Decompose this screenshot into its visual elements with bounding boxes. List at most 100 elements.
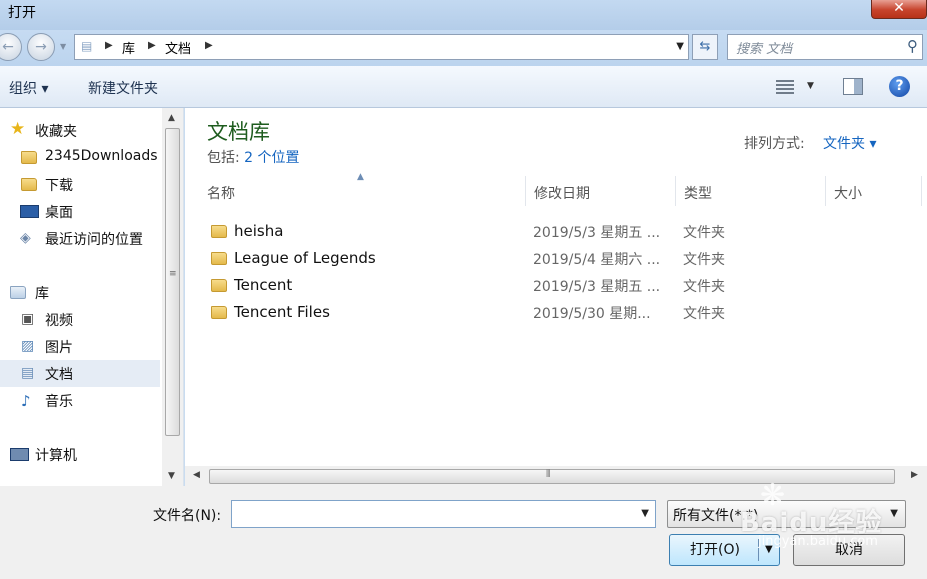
refresh-button[interactable]: ⇆ bbox=[692, 34, 718, 60]
file-name: heisha bbox=[234, 222, 284, 240]
breadcrumb-arrow-icon[interactable]: ▶ bbox=[148, 40, 156, 51]
address-dropdown-icon[interactable]: ▼ bbox=[676, 41, 684, 52]
library-locations-link[interactable]: 2 个位置 bbox=[244, 150, 299, 166]
computer-icon bbox=[10, 448, 29, 461]
recent-places-icon: ◈ bbox=[20, 230, 31, 246]
arrange-by-label: 排列方式: bbox=[744, 136, 805, 152]
navigation-bar: ← → ▼ ▤ ▶ 库 ▶ 文档 ▶ ▼ ⇆ 搜索 文档 ⚲ bbox=[0, 30, 927, 66]
scroll-down-icon[interactable]: ▼ bbox=[168, 471, 175, 481]
new-folder-button[interactable]: 新建文件夹 bbox=[88, 78, 158, 98]
open-options-dropdown-icon[interactable]: ▼ bbox=[765, 535, 773, 565]
file-name: League of Legends bbox=[234, 249, 376, 267]
sidebar-item-label: 2345Downloads bbox=[45, 148, 158, 164]
library-title: 文档库 bbox=[207, 120, 270, 144]
close-button[interactable]: ✕ bbox=[871, 0, 927, 19]
breadcrumb-library[interactable]: 库 bbox=[122, 38, 135, 57]
view-options-icon[interactable] bbox=[776, 80, 794, 94]
open-button-label: 打开(O) bbox=[690, 542, 740, 558]
sidebar-item-label: 最近访问的位置 bbox=[45, 232, 143, 248]
documents-library-icon: ▤ bbox=[21, 365, 35, 381]
folder-icon bbox=[211, 225, 227, 238]
file-row[interactable]: League of Legends 2019/5/4 星期六 ... 文件夹 bbox=[185, 245, 927, 272]
sidebar-item-label: 下载 bbox=[45, 178, 73, 194]
sidebar-item-label: 视频 bbox=[45, 313, 73, 329]
close-icon: ✕ bbox=[893, 0, 905, 16]
sidebar-item-downloads[interactable]: 下载 bbox=[0, 171, 160, 198]
cancel-button[interactable]: 取消 bbox=[793, 534, 905, 566]
scrollbar-thumb[interactable]: ≡ bbox=[165, 128, 180, 436]
scroll-up-icon[interactable]: ▲ bbox=[168, 113, 175, 123]
filename-dropdown-icon[interactable]: ▼ bbox=[641, 508, 649, 519]
sidebar-item-libraries[interactable]: 库 bbox=[0, 279, 160, 306]
window-title: 打开 bbox=[8, 5, 36, 21]
help-icon[interactable]: ? bbox=[889, 76, 910, 97]
breadcrumb-arrow-icon[interactable]: ▶ bbox=[105, 40, 113, 51]
file-type-dropdown-icon[interactable]: ▼ bbox=[890, 508, 898, 519]
file-date: 2019/5/30 星期... bbox=[533, 306, 651, 322]
sidebar-item-label: 图片 bbox=[45, 340, 73, 356]
file-type: 文件夹 bbox=[683, 252, 725, 268]
sidebar-item-desktop[interactable]: 桌面 bbox=[0, 198, 160, 225]
organize-button[interactable]: 组织 ▾ bbox=[9, 78, 48, 98]
breadcrumb-documents[interactable]: 文档 bbox=[165, 38, 191, 57]
folder-icon bbox=[211, 279, 227, 292]
open-button[interactable]: 打开(O) ▼ bbox=[669, 534, 780, 566]
sidebar-item-label: 文档 bbox=[45, 367, 73, 383]
sidebar-item-music[interactable]: ♪ 音乐 bbox=[0, 387, 160, 414]
sidebar-item-computer[interactable]: 计算机 bbox=[0, 441, 160, 468]
file-name: Tencent bbox=[234, 276, 293, 294]
column-header-name[interactable]: 名称 bbox=[199, 176, 526, 206]
sidebar-item-documents[interactable]: ▤ 文档 bbox=[0, 360, 160, 387]
address-bar[interactable]: ▤ ▶ 库 ▶ 文档 ▶ ▼ bbox=[74, 34, 689, 60]
search-icon[interactable]: ⚲ bbox=[907, 37, 918, 55]
sidebar-item-favorites[interactable]: ★ 收藏夹 bbox=[0, 117, 160, 144]
sidebar-item-label: 音乐 bbox=[45, 394, 73, 410]
search-input[interactable]: 搜索 文档 ⚲ bbox=[727, 34, 923, 60]
library-includes-label: 包括: bbox=[207, 150, 245, 166]
file-row[interactable]: Tencent Files 2019/5/30 星期... 文件夹 bbox=[185, 299, 927, 326]
back-button[interactable]: ← bbox=[0, 33, 22, 61]
arrange-by-dropdown[interactable]: 文件夹 ▾ bbox=[823, 133, 876, 153]
folder-icon bbox=[211, 252, 227, 265]
navigation-pane-scrollbar[interactable]: ▲ ≡ ▼ bbox=[162, 108, 183, 486]
breadcrumb-arrow-icon[interactable]: ▶ bbox=[205, 40, 213, 51]
sidebar-item-pictures[interactable]: ▨ 图片 bbox=[0, 333, 160, 360]
file-row[interactable]: Tencent 2019/5/3 星期五 ... 文件夹 bbox=[185, 272, 927, 299]
file-date: 2019/5/3 星期五 ... bbox=[533, 279, 661, 295]
recent-pages-dropdown-icon[interactable]: ▼ bbox=[60, 42, 66, 51]
file-list-horizontal-scrollbar[interactable]: ◀ ⦀ ▶ bbox=[185, 466, 927, 486]
scroll-left-icon[interactable]: ◀ bbox=[193, 470, 200, 480]
file-type-value: 所有文件(*.*) bbox=[673, 508, 759, 524]
title-bar: 打开 ✕ bbox=[0, 0, 927, 30]
back-arrow-icon: ← bbox=[2, 39, 14, 55]
file-type: 文件夹 bbox=[683, 306, 725, 322]
view-dropdown-icon[interactable]: ▼ bbox=[807, 81, 814, 91]
file-row[interactable]: heisha 2019/5/3 星期五 ... 文件夹 bbox=[185, 218, 927, 245]
file-date: 2019/5/3 星期五 ... bbox=[533, 225, 661, 241]
sidebar-item-videos[interactable]: ▣ 视频 bbox=[0, 306, 160, 333]
column-header-size[interactable]: 大小 bbox=[826, 176, 922, 206]
pictures-library-icon: ▨ bbox=[21, 338, 35, 354]
split-divider bbox=[758, 539, 759, 561]
file-type: 文件夹 bbox=[683, 225, 725, 241]
library-includes: 包括: 2 个位置 bbox=[207, 147, 300, 167]
toolbar: 组织 ▾ 新建文件夹 ▼ ? bbox=[0, 66, 927, 108]
sidebar-item-recent-places[interactable]: ◈ 最近访问的位置 bbox=[0, 225, 160, 252]
desktop-icon bbox=[20, 205, 39, 218]
forward-button[interactable]: → bbox=[27, 33, 55, 61]
column-header-date[interactable]: 修改日期 bbox=[526, 176, 676, 206]
filename-input[interactable]: ▼ bbox=[231, 500, 656, 528]
scroll-right-icon[interactable]: ▶ bbox=[911, 470, 918, 480]
library-icon bbox=[10, 286, 26, 299]
preview-pane-icon[interactable] bbox=[843, 78, 863, 95]
file-type-select[interactable]: 所有文件(*.*) ▼ bbox=[667, 500, 906, 528]
forward-arrow-icon: → bbox=[35, 39, 47, 55]
grip-icon: ≡ bbox=[169, 269, 177, 279]
sidebar-item-label: 计算机 bbox=[35, 448, 77, 464]
download-folder-icon bbox=[21, 178, 37, 191]
sidebar-item-2345downloads[interactable]: 2345Downloads bbox=[0, 144, 160, 171]
music-library-icon: ♪ bbox=[21, 392, 31, 410]
scrollbar-thumb[interactable]: ⦀ bbox=[209, 469, 895, 484]
column-header-type[interactable]: 类型 bbox=[676, 176, 826, 206]
grip-icon: ⦀ bbox=[546, 469, 551, 480]
